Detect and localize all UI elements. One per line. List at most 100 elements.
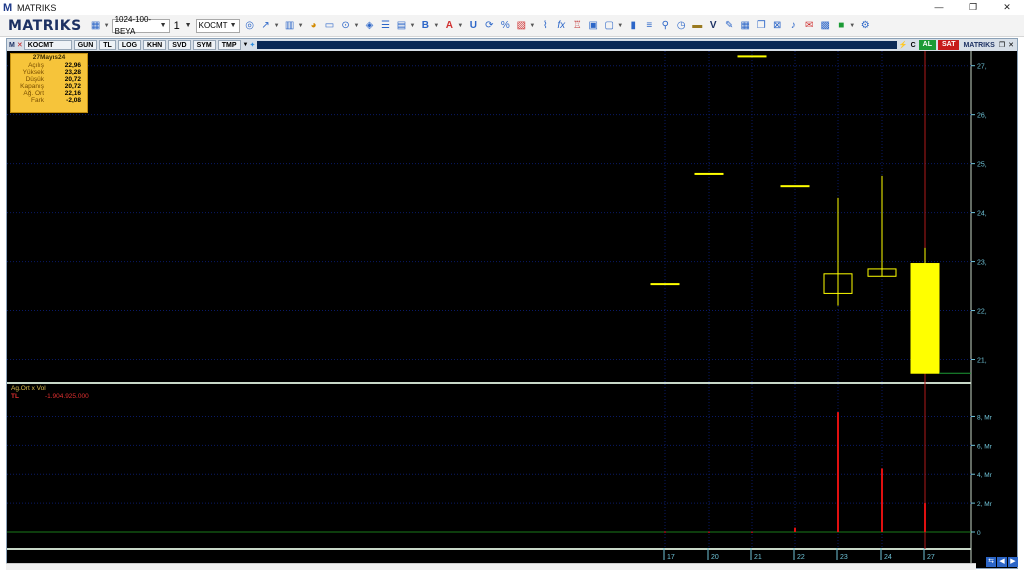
price-chart[interactable]: 27, 26, 25, 24, 23, 22, 21, 8, Mr 6, Mr 4, Mr 2, M… bbox=[7, 51, 1017, 568]
list-icon[interactable]: ☰ bbox=[378, 19, 392, 33]
volume-bar bbox=[708, 531, 710, 533]
chart-brand: MATRIKS bbox=[963, 41, 995, 49]
tab-log[interactable]: LOG bbox=[117, 40, 142, 50]
info-row: Düşük 20,72 bbox=[11, 76, 87, 83]
chevron-down-icon[interactable]: ▼ bbox=[409, 23, 415, 29]
tab-khn[interactable]: KHN bbox=[143, 40, 167, 50]
chart-window[interactable]: M ✕ KOCMT GUN TL LOG KHN SVD SYM TMP ▼ ✦… bbox=[6, 38, 1018, 569]
chevron-down-icon[interactable]: ▼ bbox=[457, 23, 463, 29]
tab-tl[interactable]: TL bbox=[99, 40, 116, 50]
volume-tick-label: 0 bbox=[977, 530, 981, 537]
close-button[interactable]: ✕ bbox=[990, 0, 1024, 15]
minimize-button[interactable]: — bbox=[922, 0, 956, 15]
chart-window-icon[interactable]: ▦ bbox=[738, 19, 752, 33]
candle-body bbox=[650, 283, 680, 286]
tab-svd[interactable]: SVD bbox=[168, 40, 191, 50]
chevron-down-icon: ▼ bbox=[159, 21, 167, 29]
draw-icon[interactable]: ✎ bbox=[722, 19, 736, 33]
bar-chart-icon[interactable]: ▥ bbox=[283, 19, 297, 33]
chart-nav-icon[interactable]: ⇆ bbox=[986, 557, 996, 567]
binoculars-icon[interactable]: ⚲ bbox=[658, 19, 672, 33]
symbol-tab[interactable]: KOCMT bbox=[23, 40, 72, 50]
v-icon[interactable]: V bbox=[706, 19, 720, 33]
chevron-down-icon[interactable]: ▼ bbox=[243, 42, 249, 48]
chevron-down-icon[interactable]: ▼ bbox=[849, 23, 855, 29]
tab-sym[interactable]: SYM bbox=[192, 40, 216, 50]
info-row: Fark -2,08 bbox=[11, 97, 87, 104]
info-value: 23,28 bbox=[64, 69, 81, 76]
volume-tick-label: 4, Mr bbox=[977, 472, 993, 479]
monitor-icon[interactable]: ▭ bbox=[323, 19, 337, 33]
time-tick-label: 17 bbox=[667, 554, 675, 561]
indicator-value: -1.904.925.000 bbox=[44, 393, 89, 400]
function-icon[interactable]: fx bbox=[554, 19, 568, 33]
cursor-icon[interactable]: ↗ bbox=[259, 19, 273, 33]
refresh-icon[interactable]: ⟳ bbox=[482, 19, 496, 33]
close-icon[interactable]: ✕ bbox=[1008, 41, 1014, 49]
window-icon[interactable]: ▢ bbox=[602, 19, 616, 33]
chevron-down-icon[interactable]: ▼ bbox=[354, 23, 360, 29]
volume-bar bbox=[751, 531, 753, 533]
group-icon[interactable]: ▣ bbox=[586, 19, 600, 33]
lightning-icon[interactable]: ⚡ bbox=[899, 41, 908, 49]
chevron-down-icon[interactable]: ▼ bbox=[104, 23, 110, 29]
candle-body bbox=[694, 172, 724, 175]
percent-icon[interactable]: % bbox=[498, 19, 512, 33]
layout-select[interactable]: 1024-100-BEYA ▼ bbox=[111, 15, 170, 36]
restore-icon[interactable]: ❐ bbox=[999, 41, 1005, 49]
line-chart-icon[interactable]: ⌇ bbox=[538, 19, 552, 33]
note-icon[interactable]: ▬ bbox=[690, 19, 704, 33]
bold-icon[interactable]: B bbox=[418, 19, 432, 33]
scroll-left-icon[interactable]: ◀ bbox=[997, 557, 1007, 567]
header-spacer bbox=[257, 41, 897, 49]
count-select[interactable]: 1 ▼ bbox=[172, 19, 194, 33]
info-value: 20,72 bbox=[64, 76, 81, 83]
mail-icon[interactable]: ✉ bbox=[802, 19, 816, 33]
indicator-series: TL bbox=[11, 393, 19, 400]
symbol-select[interactable]: KOCMT ▼ bbox=[195, 18, 240, 33]
chat-icon[interactable]: ■ bbox=[834, 19, 848, 33]
tab-gun[interactable]: GUN bbox=[73, 40, 98, 50]
chevron-down-icon: ▼ bbox=[184, 21, 192, 29]
buy-button[interactable]: AL bbox=[918, 40, 936, 50]
map-icon[interactable]: ♖ bbox=[570, 19, 584, 33]
maximize-button[interactable]: ❐ bbox=[956, 0, 990, 15]
chevron-down-icon: ▼ bbox=[229, 21, 237, 29]
chart-header: M ✕ KOCMT GUN TL LOG KHN SVD SYM TMP ▼ ✦… bbox=[7, 39, 1017, 51]
alarm-icon[interactable]: ◷ bbox=[674, 19, 688, 33]
chevron-down-icon[interactable]: ▼ bbox=[529, 23, 535, 29]
font-color-icon[interactable]: A bbox=[442, 19, 456, 33]
pie-chart-icon[interactable]: ◕ bbox=[307, 19, 321, 33]
tab-tmp[interactable]: TMP bbox=[217, 40, 241, 50]
calculator-icon[interactable]: ▤ bbox=[394, 19, 408, 33]
chevron-down-icon[interactable]: ▼ bbox=[433, 23, 439, 29]
search-icon[interactable]: ◎ bbox=[243, 19, 257, 33]
bell-icon[interactable]: ♪ bbox=[786, 19, 800, 33]
new-window-icon[interactable]: ❐ bbox=[754, 19, 768, 33]
layers-icon[interactable]: ◈ bbox=[362, 19, 376, 33]
chevron-down-icon[interactable]: ▼ bbox=[274, 23, 280, 29]
scroll-right-icon[interactable]: ▶ bbox=[1008, 557, 1018, 567]
twitter-icon[interactable]: ✦ bbox=[250, 41, 256, 49]
sell-button[interactable]: SAT bbox=[937, 40, 960, 50]
ticker-icon[interactable]: ≡ bbox=[642, 19, 656, 33]
c-icon[interactable]: C bbox=[911, 42, 916, 49]
time-tick-label: 24 bbox=[884, 554, 892, 561]
info-row: Açılış 22,96 bbox=[11, 62, 87, 69]
save-icon[interactable]: ▦ bbox=[89, 19, 103, 33]
price-tick-label: 26, bbox=[977, 113, 987, 120]
vol-icon[interactable]: ▧ bbox=[514, 19, 528, 33]
chevron-down-icon[interactable]: ▼ bbox=[617, 23, 623, 29]
info-row: Kapanış 20,72 bbox=[11, 83, 87, 90]
main-toolbar: MATRIKS ▦ ▼ 1024-100-BEYA ▼ 1 ▼ KOCMT ▼ ◎ ↗ ▼… bbox=[0, 15, 1024, 37]
target-icon[interactable]: ⊙ bbox=[339, 19, 353, 33]
chevron-down-icon[interactable]: ▼ bbox=[298, 23, 304, 29]
brand-logo: MATRIKS bbox=[8, 17, 82, 34]
close-window-icon[interactable]: ⊠ bbox=[770, 19, 784, 33]
book-icon[interactable]: ▮ bbox=[626, 19, 640, 33]
calendar-icon[interactable]: ▩ bbox=[818, 19, 832, 33]
horizontal-scrollbar[interactable] bbox=[6, 563, 976, 570]
settings-icon[interactable]: ⚙ bbox=[858, 19, 872, 33]
volume-tick-label: 2, Mr bbox=[977, 501, 993, 508]
underline-icon[interactable]: U bbox=[466, 19, 480, 33]
